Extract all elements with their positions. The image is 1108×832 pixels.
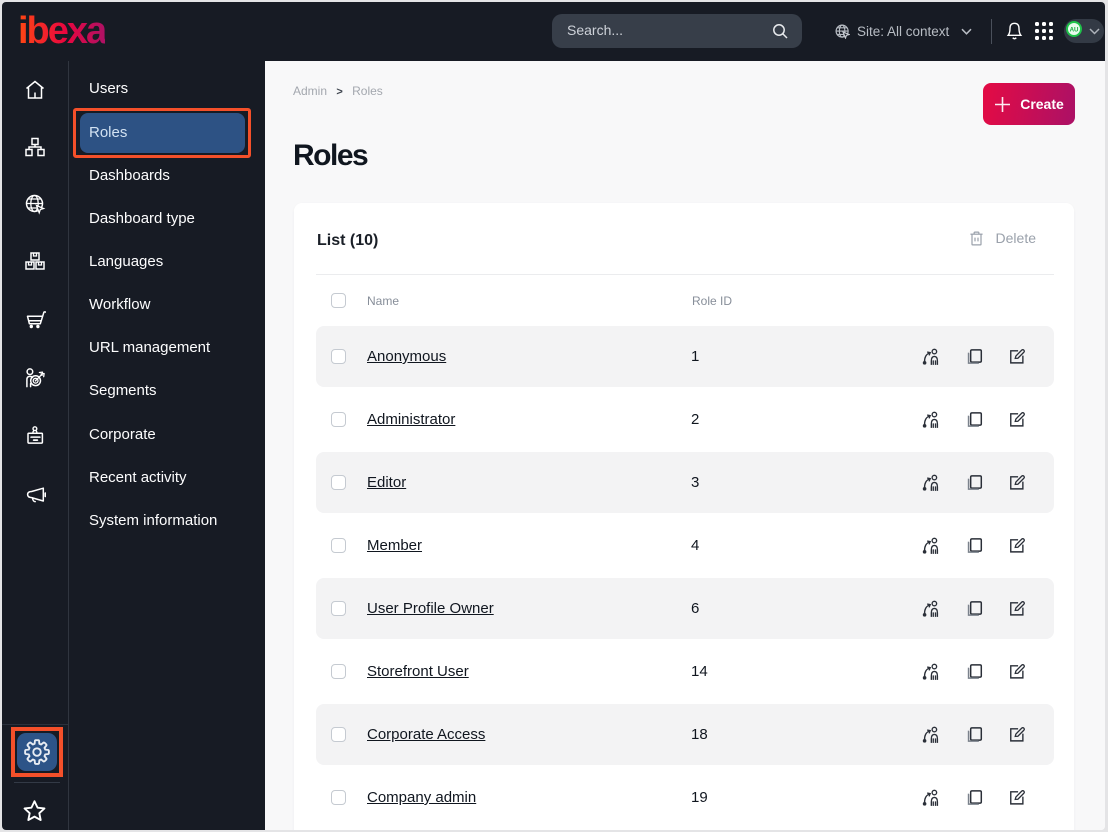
svg-text:AU: AU: [1070, 26, 1079, 33]
